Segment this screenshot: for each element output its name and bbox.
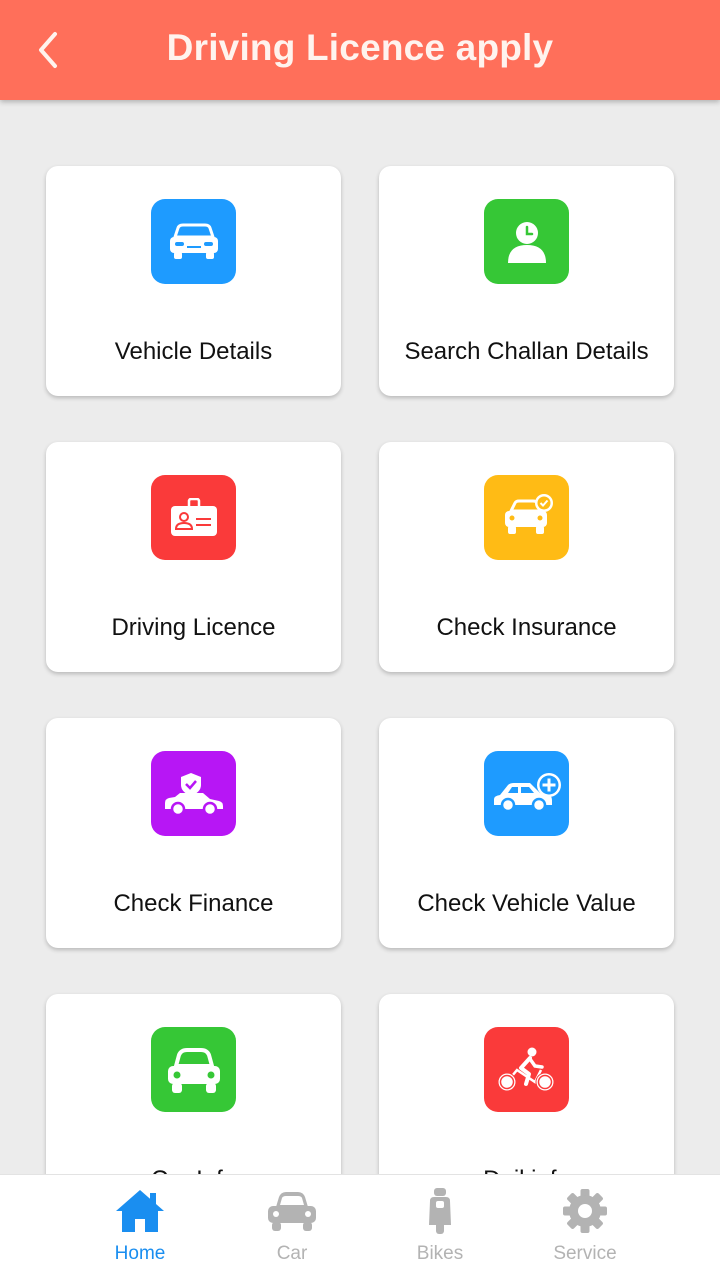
- car-plus-icon: [493, 772, 561, 812]
- gear-icon: [563, 1189, 607, 1233]
- nav-bikes[interactable]: Bikes: [375, 1175, 505, 1281]
- card-check-insurance[interactable]: Check Insurance: [379, 442, 674, 672]
- car-icon: [167, 1047, 220, 1093]
- home-icon: [116, 1190, 164, 1232]
- card-label: Car Info: [56, 1122, 331, 1174]
- card-check-vehicle-value[interactable]: Check Vehicle Value: [379, 718, 674, 948]
- nav-label: Home: [114, 1243, 166, 1264]
- driving-licence-tile: [151, 475, 236, 560]
- card-search-challan[interactable]: Search Challan Details: [379, 166, 674, 396]
- card-driving-licence[interactable]: Driving Licence: [46, 442, 341, 672]
- vehicle-details-tile: [151, 199, 236, 284]
- dail-info-tile: [484, 1027, 569, 1112]
- card-label: Search Challan Details: [404, 338, 649, 365]
- car-check-icon: [504, 493, 553, 534]
- car-front-icon: [169, 223, 218, 259]
- nav-label: Service: [553, 1243, 617, 1264]
- card-label: Check Finance: [113, 890, 274, 917]
- menu-grid: Vehicle Details Search Challan Details D…: [0, 100, 720, 1174]
- car-icon: [268, 1192, 316, 1231]
- user-clock-icon: [507, 221, 546, 263]
- nav-service[interactable]: Service: [520, 1175, 650, 1281]
- nav-home[interactable]: Home: [75, 1175, 205, 1281]
- nav-car[interactable]: Car: [227, 1175, 357, 1281]
- card-dail-info[interactable]: Dail info: [379, 994, 674, 1174]
- card-label: Check Insurance: [436, 614, 617, 641]
- card-label: Dail info: [389, 1122, 664, 1174]
- nav-label: Bikes: [416, 1243, 464, 1264]
- search-challan-tile: [484, 199, 569, 284]
- bicycle-icon: [497, 1047, 554, 1091]
- car-shield-icon: [164, 772, 223, 816]
- id-card-icon: [170, 497, 217, 536]
- card-label: Vehicle Details: [114, 338, 273, 365]
- page-title: Driving Licence apply: [166, 27, 554, 68]
- card-label: Check Vehicle Value: [417, 890, 636, 917]
- bottom-navigation: Home Car Bikes Service: [0, 1174, 720, 1281]
- card-label: Driving Licence: [111, 614, 276, 641]
- card-check-finance[interactable]: Check Finance: [46, 718, 341, 948]
- check-insurance-tile: [484, 475, 569, 560]
- card-car-info[interactable]: Car Info: [46, 994, 341, 1174]
- nav-label: Car: [276, 1243, 308, 1264]
- card-vehicle-details[interactable]: Vehicle Details: [46, 166, 341, 396]
- check-vehicle-value-tile: [484, 751, 569, 836]
- car-info-tile: [151, 1027, 236, 1112]
- scooter-icon: [429, 1188, 451, 1234]
- app-bar: Driving Licence apply: [0, 0, 720, 100]
- check-finance-tile: [151, 751, 236, 836]
